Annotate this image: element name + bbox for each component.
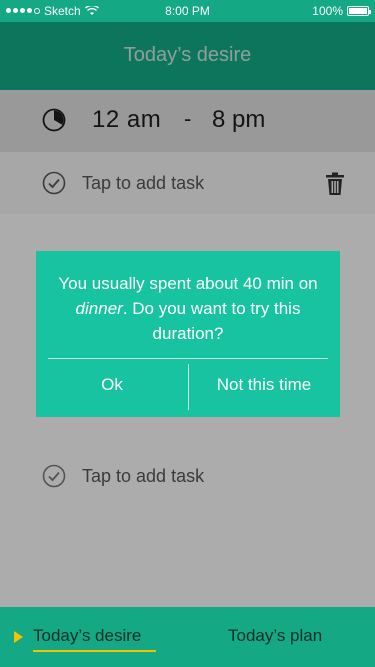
ok-button[interactable]: Ok xyxy=(36,359,188,411)
active-tab-underline xyxy=(33,650,156,652)
tab-todays-desire[interactable]: Today’s desire xyxy=(33,626,156,652)
decline-button[interactable]: Not this time xyxy=(188,359,340,411)
dialog-message-emphasis: dinner xyxy=(75,299,123,318)
status-bar: Sketch 8:00 PM 100% xyxy=(0,0,375,22)
battery-percent: 100% xyxy=(312,4,343,18)
tab-label: Today’s desire xyxy=(33,626,142,645)
tab-todays-plan[interactable]: Today’s plan xyxy=(228,626,322,646)
dialog-message: You usually spent about 40 min on dinner… xyxy=(56,271,320,346)
active-tab-indicator-icon xyxy=(14,631,23,643)
tab-bar: Today’s desire Today’s plan xyxy=(0,607,375,667)
dialog-message-text-end: . Do you want to try this duration? xyxy=(122,299,301,343)
battery-indicator: 100% xyxy=(312,4,371,18)
dialog-message-text: You usually spent about 40 min on xyxy=(58,274,318,293)
suggestion-dialog: You usually spent about 40 min on dinner… xyxy=(36,251,340,417)
tab-label: Today’s plan xyxy=(228,626,323,645)
battery-icon xyxy=(347,6,371,16)
